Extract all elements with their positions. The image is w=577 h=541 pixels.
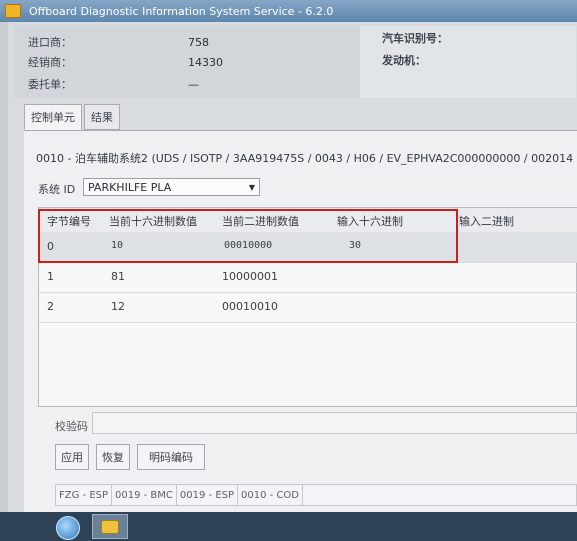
control-unit-codes: FZG - ESP 0019 - BMC 0019 - ESP 0010 - C…	[55, 484, 577, 506]
plaintext-coding-button[interactable]: 明码编码	[137, 444, 205, 470]
dealer-label: 经销商：	[28, 56, 72, 69]
table-row[interactable]: 1 81 10000001	[39, 262, 577, 293]
dealer-row: 经销商： 14330	[28, 52, 348, 72]
taskbar	[0, 512, 577, 541]
start-button-icon[interactable]	[56, 516, 80, 540]
system-id-value: PARKHILFE PLA	[88, 180, 172, 194]
importer-row: 进口商： 758	[28, 32, 348, 52]
dropdown-arrow-icon: ▼	[248, 182, 255, 192]
code-item[interactable]: 0019 - BMC	[112, 485, 177, 505]
header-input-binary: 输入二进制	[459, 215, 514, 228]
vin-label: 汽车识别号：	[382, 32, 448, 45]
checksum-field[interactable]	[92, 412, 577, 434]
system-id-dropdown[interactable]: PARKHILFE PLA ▼	[83, 178, 260, 196]
odis-app-icon	[5, 4, 21, 18]
code-item[interactable]: 0010 - COD	[238, 485, 303, 505]
order-value: —	[188, 77, 199, 91]
restore-button[interactable]: 恢复	[96, 444, 130, 470]
tab-bar: 控制单元 结果	[24, 104, 122, 130]
cell-byte-number: 2	[47, 300, 54, 313]
importer-label: 进口商：	[28, 36, 72, 49]
odis-taskbar-icon	[101, 519, 119, 534]
table-row[interactable]: 2 12 00010010	[39, 292, 577, 323]
vehicle-info-panel: 进口商： 758 经销商： 14330 委托单： — 汽车识别号： 发动机：	[14, 26, 576, 98]
cell-current-hex: 12	[111, 300, 125, 313]
tab-results[interactable]: 结果	[84, 104, 120, 130]
vehicle-id-box: 汽车识别号： 发动机：	[360, 26, 576, 98]
code-item[interactable]: FZG - ESP	[56, 485, 113, 505]
title-bar: Offboard Diagnostic Information System S…	[0, 0, 577, 22]
dealer-info: 进口商： 758 经销商： 14330 委托单： —	[14, 26, 357, 98]
code-item[interactable]: 0019 - ESP	[177, 485, 239, 505]
importer-value: 758	[188, 35, 209, 49]
cell-byte-number: 1	[47, 270, 54, 283]
engine-label: 发动机：	[382, 54, 426, 67]
checksum-label: 校验码	[55, 420, 88, 433]
dealer-value: 14330	[188, 55, 223, 69]
cell-current-binary: 00010010	[222, 300, 278, 313]
cell-current-hex: 81	[111, 270, 125, 283]
window-title: Offboard Diagnostic Information System S…	[29, 4, 334, 18]
ecu-identification: 0010 - 泊车辅助系统2 (UDS / ISOTP / 3AA919475S…	[36, 152, 574, 165]
order-row: 委托单： —	[28, 74, 348, 94]
tab-control-unit[interactable]: 控制单元	[24, 104, 82, 130]
apply-button[interactable]: 应用	[55, 444, 89, 470]
cell-current-binary: 10000001	[222, 270, 278, 283]
taskbar-odis-button[interactable]	[92, 514, 128, 539]
highlight-box	[38, 209, 458, 263]
order-label: 委托单：	[28, 78, 72, 91]
system-id-label: 系统 ID	[38, 183, 76, 196]
